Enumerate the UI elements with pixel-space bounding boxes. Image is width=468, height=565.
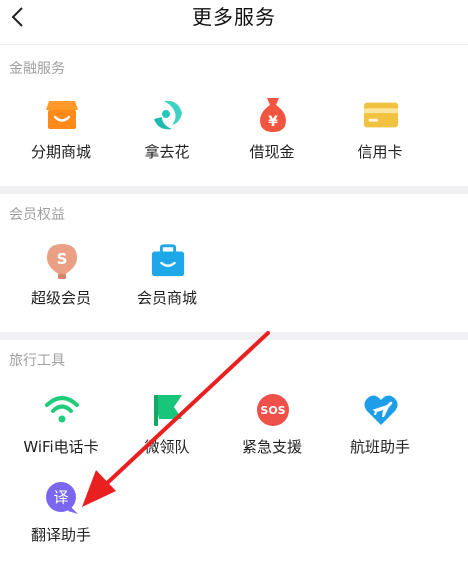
service-item-flight-assistant[interactable]: 航班助手 (330, 392, 430, 476)
section-travel-tools: 旅行工具 WiFi电话卡 微领队 SOS 紧急支援 航班助手 译 翻译助手 (0, 340, 468, 565)
service-label: 拿去花 (144, 143, 190, 161)
money-bag-icon: ¥ (255, 97, 291, 133)
store-icon (44, 97, 80, 133)
service-item-member-mall[interactable]: 会员商城 (117, 243, 217, 327)
service-item-emergency-support[interactable]: SOS 紧急支援 (222, 392, 322, 476)
service-label: 分期商城 (30, 143, 91, 161)
section-title-membership: 会员权益 (9, 207, 65, 223)
wifi-icon (44, 392, 80, 428)
section-title-finance: 金融服务 (9, 61, 65, 77)
svg-text:SOS: SOS (260, 404, 285, 417)
service-label: 翻译助手 (30, 526, 91, 544)
translate-icon: 译 (44, 480, 80, 516)
member-mall-icon (150, 243, 186, 279)
service-item-naquhua[interactable]: 拿去花 (117, 97, 217, 181)
credit-card-icon (363, 97, 399, 133)
svg-text:S: S (57, 250, 68, 268)
section-finance: 金融服务 分期商城 拿去花 ¥ 借现金 信用卡 (0, 45, 468, 186)
service-label: 借现金 (249, 143, 295, 161)
service-label: 会员商城 (136, 289, 197, 307)
service-item-credit-card[interactable]: 信用卡 (330, 97, 430, 181)
service-label: 超级会员 (30, 289, 91, 307)
sos-icon: SOS (255, 392, 291, 428)
flight-icon (363, 392, 399, 428)
svg-text:译: 译 (53, 489, 68, 507)
service-label: 信用卡 (357, 143, 403, 161)
super-member-icon: S (44, 243, 80, 279)
service-label: 微领队 (144, 438, 190, 456)
spend-icon (150, 97, 186, 133)
header-bar: 更多服务 (0, 0, 468, 45)
service-item-wifi-phone-card[interactable]: WiFi电话卡 (11, 392, 111, 476)
svg-text:¥: ¥ (268, 114, 278, 130)
flag-icon (150, 392, 186, 428)
section-divider (0, 186, 468, 194)
service-item-borrow-cash[interactable]: ¥ 借现金 (222, 97, 322, 181)
section-title-travel-tools: 旅行工具 (9, 353, 65, 369)
page-title: 更多服务 (192, 5, 276, 29)
section-membership: 会员权益 S 超级会员 会员商城 (0, 194, 468, 332)
service-label: WiFi电话卡 (23, 438, 99, 456)
service-item-translation-assistant[interactable]: 译 翻译助手 (11, 480, 111, 564)
service-item-super-member[interactable]: S 超级会员 (11, 243, 111, 327)
service-label: 航班助手 (349, 438, 410, 456)
section-divider (0, 332, 468, 340)
service-item-wei-lingdui[interactable]: 微领队 (117, 392, 217, 476)
service-item-installment-mall[interactable]: 分期商城 (11, 97, 111, 181)
service-label: 紧急支援 (241, 438, 302, 456)
